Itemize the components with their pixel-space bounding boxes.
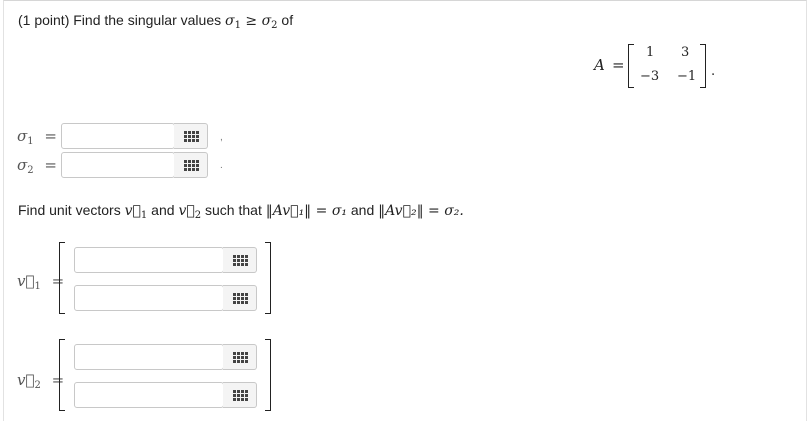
sigma-sub-2: 2 <box>271 20 278 31</box>
vq-prefix: Find unit vectors <box>18 202 125 218</box>
vq-norm1: ‖Av⃗₁‖ <box>265 203 312 219</box>
matrix-equals: = <box>612 56 625 74</box>
v2-left-bracket <box>59 339 65 411</box>
vq-such-that: such that <box>201 202 266 218</box>
matrix-period: . <box>711 64 716 79</box>
matrix-left-bracket <box>628 44 634 88</box>
v1-label: v⃗1 = <box>17 272 64 292</box>
vq-v2: v⃗ <box>178 203 195 219</box>
sigma2-equals: = <box>44 156 57 174</box>
matrix-cell-21: −3 <box>640 69 660 84</box>
v1-entry-1-calc-button[interactable] <box>223 247 257 273</box>
sigma2-input[interactable] <box>61 152 175 178</box>
v1-left-bracket <box>59 242 65 314</box>
sigma2-symbol: σ <box>17 156 28 174</box>
sigma1-input[interactable] <box>61 123 175 149</box>
calculator-grid-icon <box>233 255 248 267</box>
sigma1-symbol: σ <box>17 127 28 145</box>
vq-v1: v⃗ <box>124 203 141 219</box>
sigma-symbol-2: σ <box>261 13 272 29</box>
question-suffix: of <box>277 12 294 28</box>
sigma1-sub: 1 <box>27 136 34 147</box>
v2-symbol: v⃗ <box>17 371 35 389</box>
matrix-right-bracket <box>700 44 706 88</box>
vq-v1-sub: 1 <box>140 210 148 221</box>
sigma1-calc-button[interactable] <box>174 123 208 149</box>
vq-eq2: = σ₂. <box>423 203 464 219</box>
v2-sub: 2 <box>34 380 41 391</box>
matrix-cell-12: 3 <box>681 45 690 60</box>
v2-right-bracket <box>265 339 271 411</box>
sigma-symbol: σ <box>225 13 235 29</box>
v2-entry-2-calc-button[interactable] <box>223 382 257 408</box>
calculator-grid-icon <box>233 293 248 305</box>
sigma2-label: σ2 = <box>17 156 57 176</box>
sigma1-label: σ1 = <box>17 127 57 147</box>
v2-label: v⃗2 = <box>17 371 64 391</box>
sigma1-comma: , <box>220 132 223 143</box>
v2-entry-1-calc-button[interactable] <box>223 344 257 370</box>
sigma1-equals: = <box>44 127 57 145</box>
v1-sub: 1 <box>34 281 41 292</box>
vq-v2-sub: 2 <box>194 210 202 221</box>
vq-and2: and <box>347 202 379 218</box>
vectors-question-text: Find unit vectors v⃗1 and v⃗2 such that … <box>18 202 464 221</box>
v1-entry-2-input[interactable] <box>74 285 224 311</box>
question-prefix: (1 point) Find the singular values <box>18 12 225 28</box>
calculator-grid-icon <box>233 352 248 364</box>
calculator-grid-icon <box>184 160 199 172</box>
matrix-cell-22: −1 <box>677 69 697 84</box>
matrix-cell-11: 1 <box>646 45 655 60</box>
geq-symbol: ≥ <box>240 13 262 29</box>
matrix-display: A = 1 3 −3 −1 . <box>594 44 724 88</box>
v1-right-bracket <box>265 242 271 314</box>
sigma2-calc-button[interactable] <box>174 152 208 178</box>
v1-entry-1-input[interactable] <box>74 247 224 273</box>
calculator-grid-icon <box>233 390 248 402</box>
sigma2-sub: 2 <box>27 165 34 176</box>
sigma2-period: . <box>220 160 223 171</box>
sigma-sub-1: 1 <box>234 20 241 31</box>
v2-entry-2-input[interactable] <box>74 382 224 408</box>
matrix-label: A <box>594 56 605 74</box>
question-text: (1 point) Find the singular values σ1 ≥ … <box>18 12 294 31</box>
v1-symbol: v⃗ <box>17 272 35 290</box>
v2-entry-1-input[interactable] <box>74 344 224 370</box>
v1-entry-2-calc-button[interactable] <box>223 285 257 311</box>
vq-and: and <box>147 202 179 218</box>
vq-norm2: ‖Av⃗₂‖ <box>378 203 424 219</box>
vq-eq1: = σ₁ <box>311 203 347 219</box>
calculator-grid-icon <box>184 131 199 143</box>
